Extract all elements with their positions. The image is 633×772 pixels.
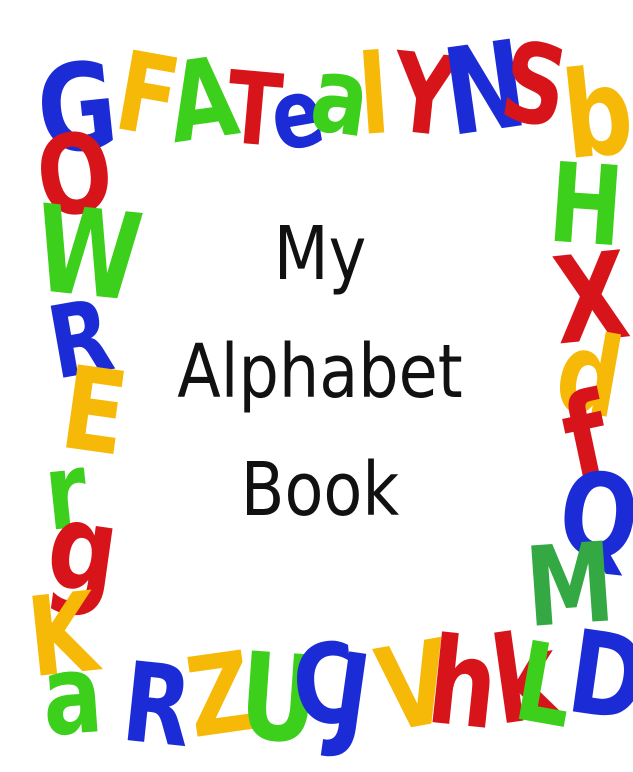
title-line-book: Book <box>240 447 400 533</box>
book-title: My Alphabet Book <box>165 195 475 549</box>
border-letter-bottom-1: a <box>38 629 107 761</box>
title-line-alphabet: Alphabet <box>177 329 463 415</box>
alphabet-book-cover: GFATealYNSbOWRErgKHXdfQMDaRZUCJVhkL My A… <box>0 0 633 772</box>
border-letter-top-7: l <box>354 30 394 160</box>
title-line-my: My <box>273 211 367 297</box>
